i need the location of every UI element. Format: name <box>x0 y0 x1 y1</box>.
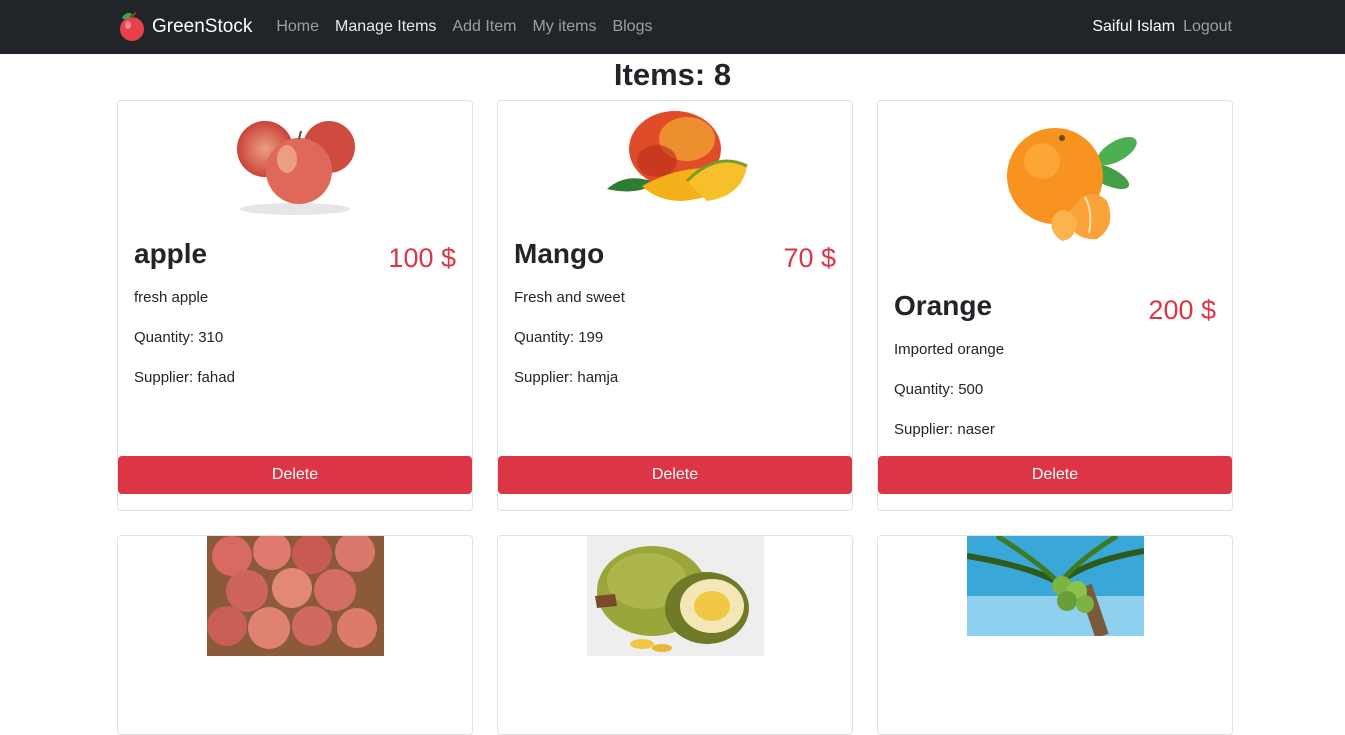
card-body: apple 100 $ fresh apple Quantity: 310 Su… <box>118 237 472 387</box>
nav-left: GreenStock Home Manage Items Add Item My… <box>118 12 652 42</box>
top-navbar: GreenStock Home Manage Items Add Item My… <box>0 0 1345 54</box>
item-supplier: Supplier: hamja <box>514 369 619 386</box>
card-body: Mango 70 $ Fresh and sweet Quantity: 199… <box>498 237 852 387</box>
nav-link-my-items[interactable]: My items <box>532 18 596 36</box>
apple-logo-icon <box>120 12 144 41</box>
item-card <box>497 535 853 735</box>
title-row: apple 100 $ <box>134 237 456 275</box>
item-card: Mango 70 $ Fresh and sweet Quantity: 199… <box>497 100 853 511</box>
item-name: Mango <box>514 238 605 269</box>
item-supplier: Supplier: naser <box>894 421 995 438</box>
jackfruit-image <box>586 536 764 656</box>
item-quantity: Quantity: 500 <box>894 381 984 398</box>
logout-link[interactable]: Logout <box>1183 18 1232 36</box>
item-price: 70 $ <box>783 243 836 273</box>
item-name: apple <box>134 238 208 269</box>
item-description: Fresh and sweet <box>514 289 625 306</box>
coconut-image <box>966 536 1144 636</box>
item-card: apple 100 $ fresh apple Quantity: 310 Su… <box>117 100 473 511</box>
apple-image <box>236 121 355 215</box>
nav-right: Saiful Islam Logout <box>1092 18 1232 36</box>
items-grid: apple 100 $ fresh apple Quantity: 310 Su… <box>117 100 1233 735</box>
title-row: Orange 200 $ <box>894 289 1216 327</box>
item-description: fresh apple <box>134 289 209 306</box>
item-supplier: Supplier: fahad <box>134 369 235 386</box>
mango-image <box>606 111 748 201</box>
brand-name: GreenStock <box>152 16 253 37</box>
item-card <box>877 535 1233 735</box>
card-body: Orange 200 $ Imported orange Quantity: 5… <box>878 289 1232 439</box>
delete-button[interactable]: Delete <box>498 456 852 494</box>
item-quantity: Quantity: 199 <box>514 329 604 346</box>
delete-button[interactable]: Delete <box>118 456 472 494</box>
item-description: Imported orange <box>894 341 1005 358</box>
title-row: Mango 70 $ <box>514 237 836 275</box>
item-quantity: Quantity: 310 <box>134 329 224 346</box>
brand-link[interactable]: GreenStock <box>118 12 252 42</box>
orange-image <box>1006 128 1137 241</box>
item-price: 200 $ <box>1148 295 1216 325</box>
nav-link-blogs[interactable]: Blogs <box>612 18 652 36</box>
nav-link-manage-items[interactable]: Manage Items <box>335 18 436 36</box>
user-name: Saiful Islam <box>1092 18 1176 35</box>
item-card: Orange 200 $ Imported orange Quantity: 5… <box>877 100 1233 511</box>
page-title: Items: 8 <box>613 57 732 92</box>
item-price: 100 $ <box>388 243 456 273</box>
delete-button[interactable]: Delete <box>878 456 1232 494</box>
item-name: Orange <box>894 290 993 321</box>
nav-link-add-item[interactable]: Add Item <box>452 18 516 36</box>
nav-link-home[interactable]: Home <box>276 18 319 36</box>
nav-links: Home Manage Items Add Item My items Blog… <box>276 18 652 36</box>
item-card <box>117 535 473 735</box>
lychee-image <box>206 536 384 656</box>
